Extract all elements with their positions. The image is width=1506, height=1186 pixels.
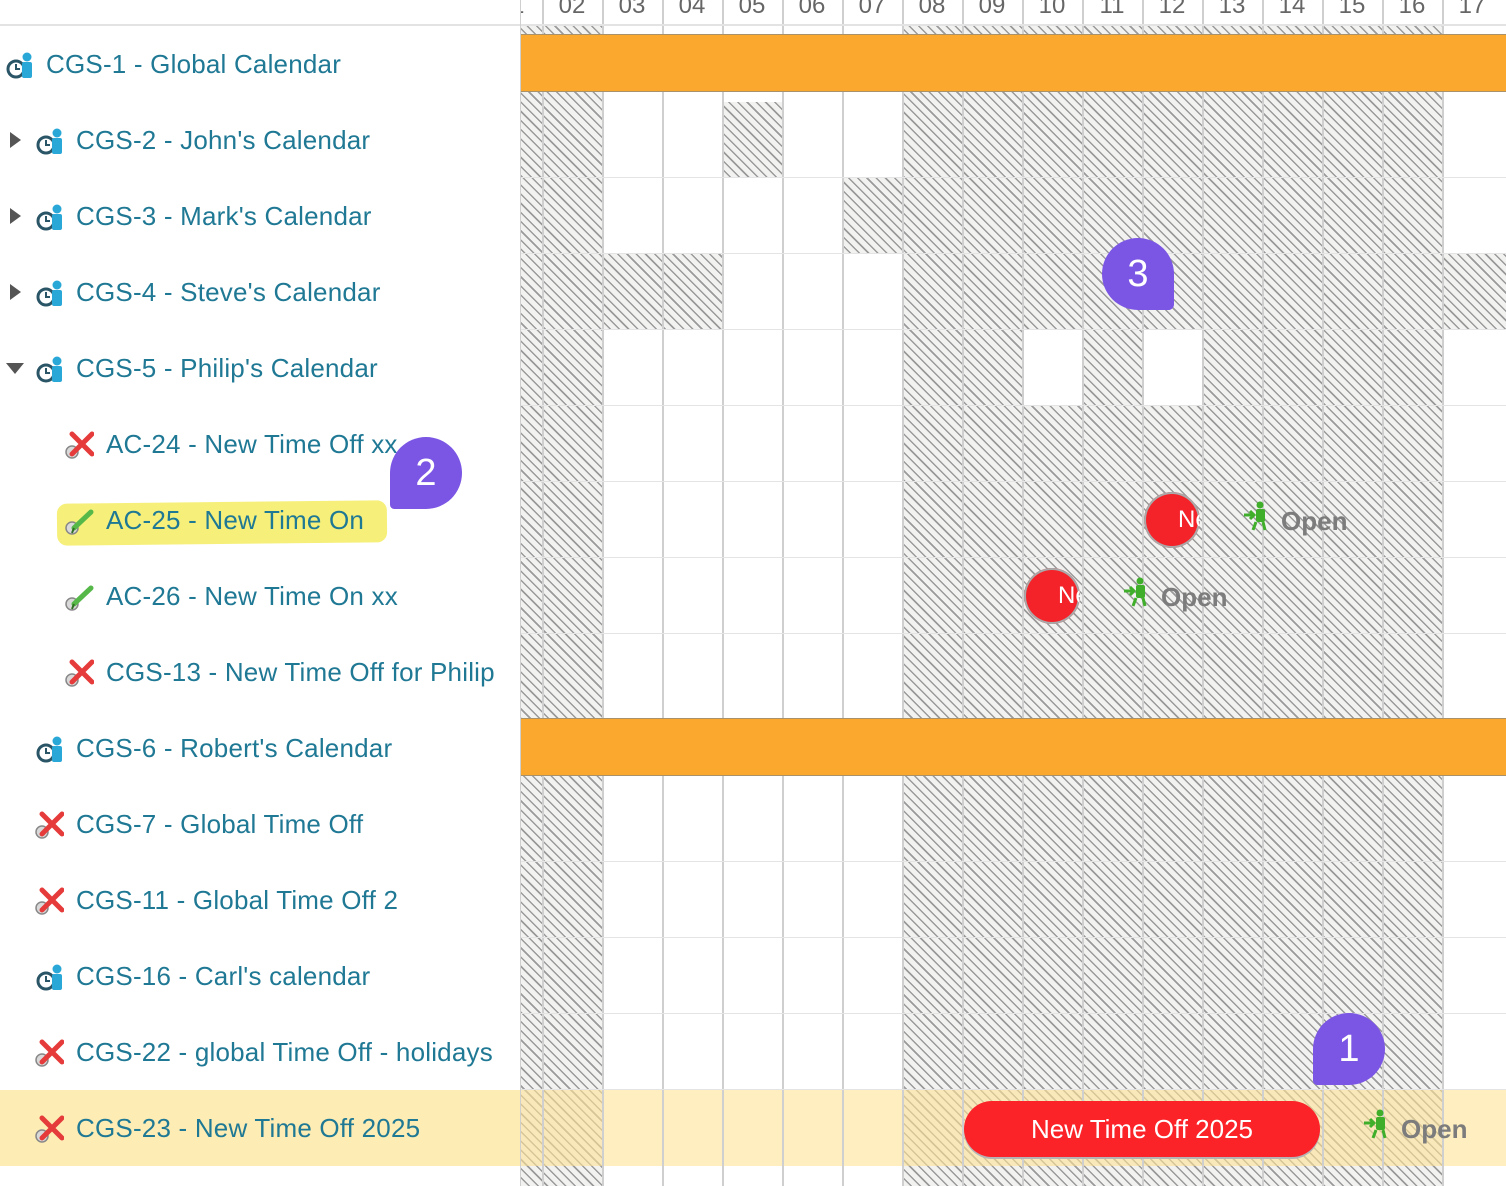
day-label: 13 — [1218, 0, 1246, 19]
calendar-user-icon — [6, 50, 36, 80]
day-label: 16 — [1398, 0, 1426, 19]
row-gridline — [521, 937, 1506, 938]
day-label: 08 — [918, 0, 946, 19]
day-label: 14 — [1278, 0, 1306, 19]
tree-row-label[interactable]: CGS-22 - global Time Off - holidays — [76, 1037, 493, 1068]
tree-row-label[interactable]: CGS-2 - John's Calendar — [76, 125, 370, 156]
calendar-user-icon — [36, 734, 66, 764]
tree-row-label[interactable]: CGS-6 - Robert's Calendar — [76, 733, 392, 764]
day-label: 02 — [558, 0, 586, 19]
calendar-bar-cgs-6[interactable] — [521, 718, 1506, 776]
row-gridline — [521, 481, 1506, 482]
working-day-cell — [1143, 330, 1203, 406]
day-label: 15 — [1338, 0, 1366, 19]
day-label: 10 — [1038, 0, 1066, 19]
tree-row-ac-26[interactable]: AC-26 - New Time On xx — [0, 558, 520, 634]
annotation-marker-2: 2 — [390, 437, 462, 509]
day-label: 06 — [798, 0, 826, 19]
day-label: 17 — [1458, 0, 1486, 19]
tree-row-cgs-7[interactable]: CGS-7 - Global Time Off — [0, 786, 520, 862]
tree-row-label[interactable]: CGS-23 - New Time Off 2025 — [76, 1113, 420, 1144]
calendar-user-icon — [36, 202, 66, 232]
day-label: 07 — [858, 0, 886, 19]
tree-row-cgs-4[interactable]: CGS-4 - Steve's Calendar — [0, 254, 520, 330]
tree-row-cgs-3[interactable]: CGS-3 - Mark's Calendar — [0, 178, 520, 254]
tree-row-cgs-23[interactable]: CGS-23 - New Time Off 2025 — [0, 1090, 520, 1166]
calendar-bar-cgs-1[interactable] — [521, 34, 1506, 92]
tree-row-cgs-22[interactable]: CGS-22 - global Time Off - holidays — [0, 1014, 520, 1090]
day-label: 12 — [1158, 0, 1186, 19]
time-off-icon — [64, 658, 95, 688]
tree-row-cgs-16[interactable]: CGS-16 - Carl's calendar — [0, 938, 520, 1014]
tree-row-label[interactable]: CGS-3 - Mark's Calendar — [76, 201, 372, 232]
calendar-user-icon — [36, 962, 66, 992]
tree-row-cgs-13[interactable]: CGS-13 - New Time Off for Philip — [0, 634, 520, 710]
time-off-icon — [34, 810, 65, 840]
collapse-toggle-icon[interactable] — [6, 363, 24, 374]
day-label: 03 — [618, 0, 646, 19]
row-gridline — [521, 861, 1506, 862]
tree-row-label[interactable]: CGS-1 - Global Calendar — [46, 49, 341, 80]
day-label: 01 — [521, 0, 541, 20]
annotation-marker-3: 3 — [1102, 238, 1174, 310]
non-working-shading — [521, 26, 603, 1186]
time-off-icon — [34, 1114, 65, 1144]
tree-row-label[interactable]: CGS-5 - Philip's Calendar — [76, 353, 378, 384]
tree-row-label[interactable]: AC-25 - New Time On — [106, 505, 364, 536]
row-gridline — [521, 253, 1506, 254]
tree-row-cgs-2[interactable]: CGS-2 - John's Calendar — [0, 102, 520, 178]
event-bar-cgs-23[interactable]: New Time Off 2025 — [964, 1101, 1320, 1157]
calendar-user-icon — [36, 354, 66, 384]
tree-row-cgs-6[interactable]: CGS-6 - Robert's Calendar — [0, 710, 520, 786]
tree-row-label[interactable]: CGS-16 - Carl's calendar — [76, 961, 370, 992]
expand-toggle-icon[interactable] — [10, 284, 21, 300]
day-label: 05 — [738, 0, 766, 19]
tree-row-label[interactable]: CGS-7 - Global Time Off — [76, 809, 363, 840]
non-working-shading — [1443, 254, 1506, 330]
non-working-shading — [843, 178, 903, 254]
row-gridline — [521, 557, 1506, 558]
time-off-icon — [34, 1038, 65, 1068]
time-off-icon — [64, 430, 95, 460]
status-label: Open — [1281, 506, 1348, 536]
tree-row-label[interactable]: AC-26 - New Time On xx — [106, 581, 398, 612]
status-label: Open — [1161, 582, 1228, 612]
day-label: 04 — [678, 0, 706, 19]
open-status-icon — [1123, 577, 1151, 607]
expand-toggle-icon[interactable] — [10, 208, 21, 224]
expand-toggle-icon[interactable] — [10, 132, 21, 148]
time-on-icon — [64, 582, 94, 612]
open-status-icon — [1363, 1109, 1391, 1139]
time-on-icon — [64, 506, 94, 536]
time-off-icon — [34, 886, 65, 916]
day-label: 11 — [1099, 0, 1125, 19]
calendar-user-icon — [36, 126, 66, 156]
annotation-marker-1: 1 — [1313, 1013, 1385, 1085]
event-bar-ac-25[interactable]: New Time On — [1144, 492, 1200, 548]
working-day-cell — [1023, 330, 1083, 406]
open-status-icon — [1243, 501, 1271, 531]
row-gridline — [521, 1089, 1506, 1090]
tree-row-label[interactable]: AC-24 - New Time Off xx — [106, 429, 398, 460]
calendar-user-icon — [36, 278, 66, 308]
tree-row-cgs-1[interactable]: CGS-1 - Global Calendar — [0, 26, 520, 102]
tree-row-label[interactable]: CGS-13 - New Time Off for Philip — [106, 657, 495, 688]
day-label: 09 — [978, 0, 1006, 19]
event-bar-ac-26[interactable]: New Time On xx — [1024, 568, 1080, 624]
status-label: Open — [1401, 1114, 1468, 1144]
calendar-tree: CGS-1 - Global Calendar CGS-2 - John's C… — [0, 0, 520, 1186]
row-gridline — [521, 177, 1506, 178]
tree-row-cgs-5[interactable]: CGS-5 - Philip's Calendar — [0, 330, 520, 406]
non-working-shading — [723, 102, 783, 178]
tree-row-label[interactable]: CGS-11 - Global Time Off 2 — [76, 885, 398, 916]
tree-header — [0, 0, 520, 26]
row-gridline — [521, 633, 1506, 634]
timeline-grid[interactable]: 01 02 03 04 05 06 07 08 09 10 11 12 13 1… — [520, 0, 1506, 1186]
tree-row-cgs-11[interactable]: CGS-11 - Global Time Off 2 — [0, 862, 520, 938]
row-gridline — [521, 329, 1506, 330]
row-gridline — [521, 405, 1506, 406]
tree-row-label[interactable]: CGS-4 - Steve's Calendar — [76, 277, 381, 308]
